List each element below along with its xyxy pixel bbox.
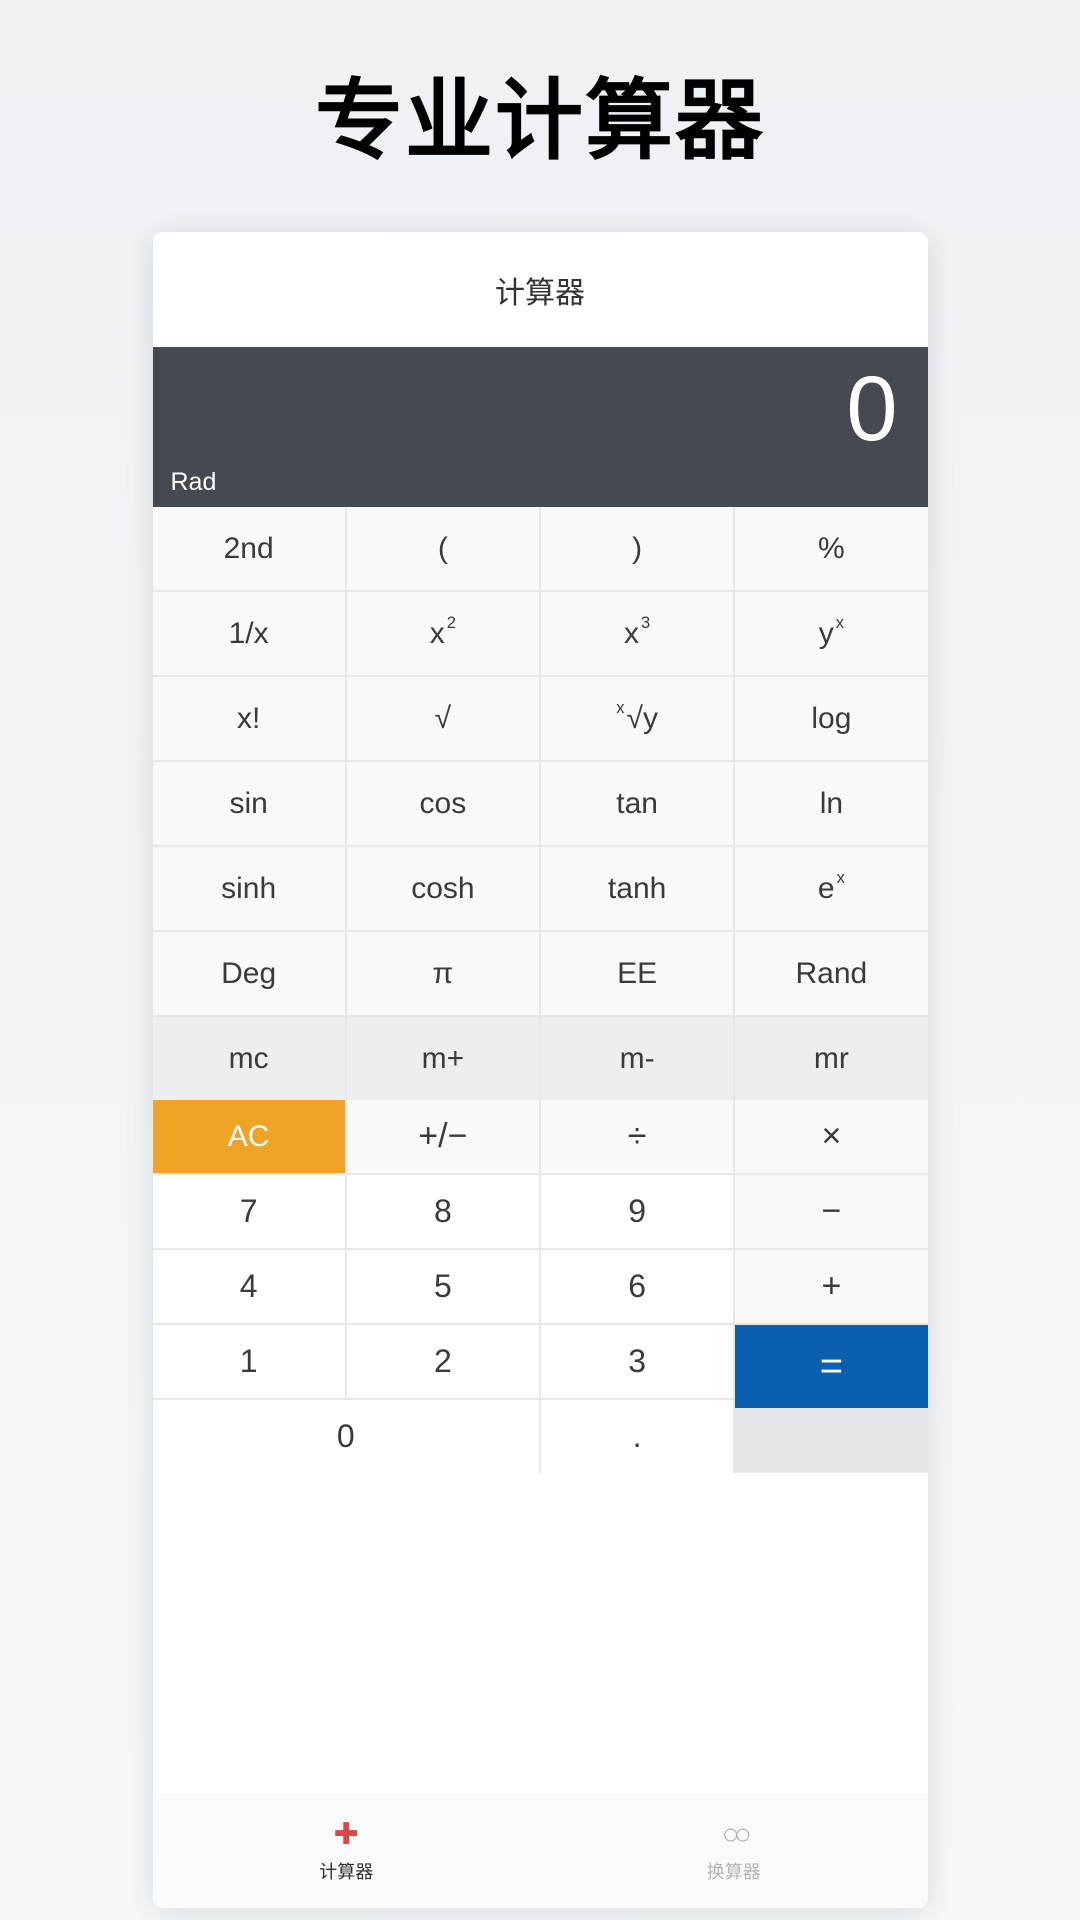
key-cosh[interactable]: cosh	[347, 847, 539, 930]
key-sinh[interactable]: sinh	[153, 847, 345, 930]
key-multiply[interactable]: ×	[735, 1100, 927, 1173]
key-y-to-x[interactable]: yx	[735, 592, 927, 675]
key-8[interactable]: 8	[347, 1175, 539, 1248]
infinity-icon: ○○	[722, 1818, 746, 1852]
key-divide[interactable]: ÷	[541, 1100, 733, 1173]
tab-converter[interactable]: ○○ 换算器	[540, 1793, 928, 1908]
bottom-tab-bar: ✚ 计算器 ○○ 换算器	[153, 1793, 928, 1908]
key-2nd[interactable]: 2nd	[153, 507, 345, 590]
key-reciprocal[interactable]: 1/x	[153, 592, 345, 675]
key-tan[interactable]: tan	[541, 762, 733, 845]
scientific-keypad: 2nd ( ) % 1/x x2 x3 yx x! √ x√y log sin …	[153, 507, 928, 1100]
key-3[interactable]: 3	[541, 1325, 733, 1398]
key-ac[interactable]: AC	[153, 1100, 345, 1173]
key-sqrt[interactable]: √	[347, 677, 539, 760]
key-subtract[interactable]: −	[735, 1175, 927, 1248]
angle-mode: Rad	[171, 468, 217, 497]
page-title: 专业计算器	[0, 0, 1080, 177]
key-add[interactable]: +	[735, 1250, 927, 1323]
numeric-keypad: AC +/− ÷ × 7 8 9 − 4 5 6 + 1 2 3 = 0 .	[153, 1100, 928, 1473]
key-equals[interactable]: =	[735, 1325, 927, 1408]
key-sin[interactable]: sin	[153, 762, 345, 845]
key-left-paren[interactable]: (	[347, 507, 539, 590]
key-ee[interactable]: EE	[541, 932, 733, 1015]
key-2[interactable]: 2	[347, 1325, 539, 1398]
app-header: 计算器	[153, 232, 928, 347]
key-log[interactable]: log	[735, 677, 927, 760]
key-mr[interactable]: mr	[735, 1017, 927, 1100]
key-0[interactable]: 0	[153, 1400, 540, 1473]
app-title: 计算器	[495, 268, 585, 312]
key-dot[interactable]: .	[541, 1400, 733, 1473]
tab-calculator[interactable]: ✚ 计算器	[153, 1793, 541, 1908]
key-4[interactable]: 4	[153, 1250, 345, 1323]
tab-label: 换算器	[707, 1858, 761, 1884]
key-x-cubed[interactable]: x3	[541, 592, 733, 675]
key-1[interactable]: 1	[153, 1325, 345, 1398]
key-xth-root-y[interactable]: x√y	[541, 677, 733, 760]
key-rand[interactable]: Rand	[735, 932, 927, 1015]
display: 0 Rad	[153, 347, 928, 507]
key-7[interactable]: 7	[153, 1175, 345, 1248]
key-e-to-x[interactable]: ex	[735, 847, 927, 930]
key-tanh[interactable]: tanh	[541, 847, 733, 930]
key-pi[interactable]: π	[347, 932, 539, 1015]
calculator-app: 计算器 0 Rad 2nd ( ) % 1/x x2 x3 yx x! √ x√…	[153, 232, 928, 1908]
plus-icon: ✚	[334, 1817, 359, 1852]
key-x-squared[interactable]: x2	[347, 592, 539, 675]
key-factorial[interactable]: x!	[153, 677, 345, 760]
key-ln[interactable]: ln	[735, 762, 927, 845]
key-m-plus[interactable]: m+	[347, 1017, 539, 1100]
key-mc[interactable]: mc	[153, 1017, 345, 1100]
key-percent[interactable]: %	[735, 507, 927, 590]
key-m-minus[interactable]: m-	[541, 1017, 733, 1100]
key-5[interactable]: 5	[347, 1250, 539, 1323]
key-deg[interactable]: Deg	[153, 932, 345, 1015]
key-right-paren[interactable]: )	[541, 507, 733, 590]
key-sign[interactable]: +/−	[347, 1100, 539, 1173]
key-cos[interactable]: cos	[347, 762, 539, 845]
key-6[interactable]: 6	[541, 1250, 733, 1323]
display-value: 0	[846, 357, 897, 462]
key-9[interactable]: 9	[541, 1175, 733, 1248]
tab-label: 计算器	[319, 1858, 373, 1884]
